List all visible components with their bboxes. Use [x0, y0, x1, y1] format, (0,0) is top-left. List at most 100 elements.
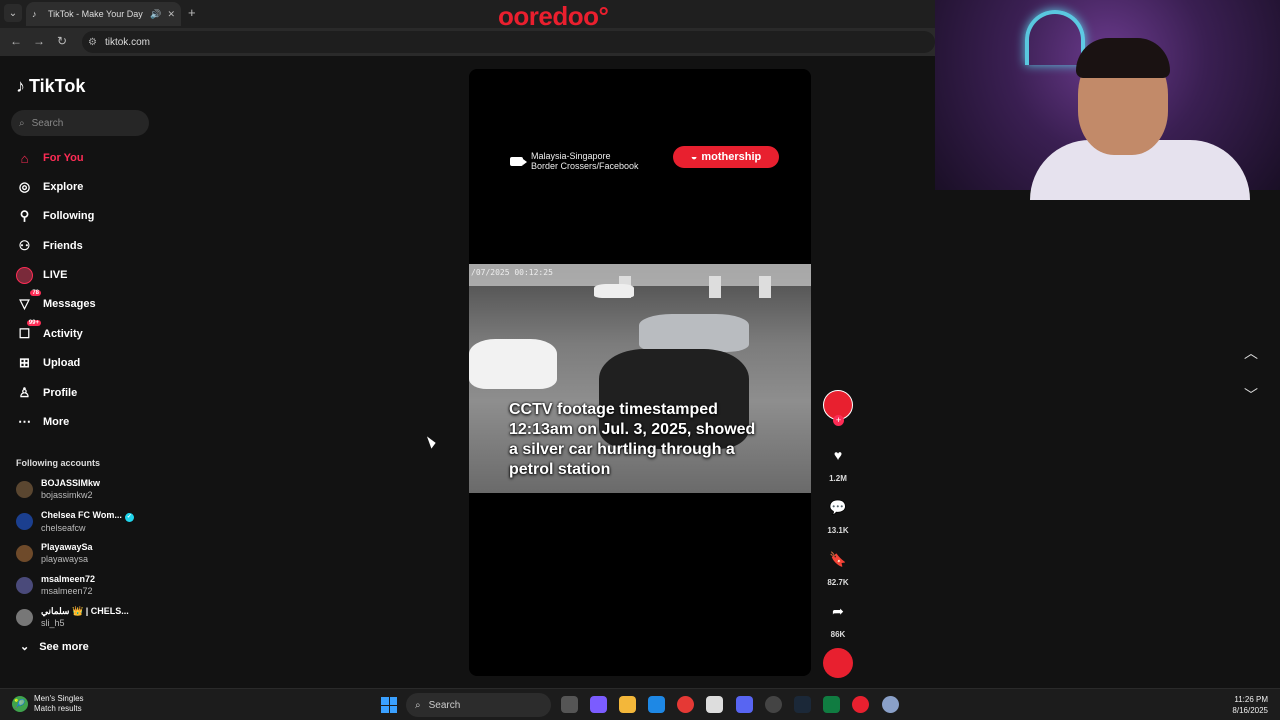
nav-friends[interactable]: ⚇ Friends: [16, 236, 83, 256]
widget-title: Men's Singles: [34, 694, 84, 703]
nav-for-you[interactable]: ⌂ For You: [16, 148, 84, 168]
tiktok-sidebar: ♪ TikTok ⌕ Search ⌂ For You ◎ Explore ⚲ …: [0, 58, 160, 688]
save-count: 82.7K: [827, 578, 849, 587]
following-account[interactable]: BOJASSIMkw bojassimkw2: [16, 476, 156, 502]
fuel-pump: [709, 276, 721, 298]
account-name: PlayawaySa: [41, 542, 93, 552]
account-name: Chelsea FC Wom...: [41, 509, 122, 520]
file-explorer-icon[interactable]: [619, 696, 636, 713]
share-button[interactable]: ➦ 86K: [822, 603, 854, 639]
tiktok-logo[interactable]: ♪ TikTok: [16, 76, 85, 97]
speaker-icon[interactable]: 🔊: [150, 9, 161, 20]
edge-icon[interactable]: [648, 696, 665, 713]
taskbar-search[interactable]: ⌕ Search: [406, 693, 551, 717]
account-name: سلماني 👑 | CHELS...: [41, 606, 129, 616]
chevron-down-icon: ⌄: [20, 641, 30, 653]
following-account[interactable]: Chelsea FC Wom... ✓ chelseafcw: [16, 508, 156, 534]
task-view-icon[interactable]: [561, 696, 578, 713]
follow-plus-icon[interactable]: +: [833, 415, 844, 426]
comment-button[interactable]: 💬 13.1K: [822, 499, 854, 535]
music-disc-icon[interactable]: [823, 648, 853, 678]
account-handle: sli_h5: [41, 618, 65, 628]
tennis-icon: 🎾: [12, 696, 28, 712]
account-handle: msalmeen72: [41, 586, 93, 596]
logo-text: TikTok: [29, 76, 86, 96]
tab-search-button[interactable]: ⌄: [4, 4, 22, 22]
see-more-button[interactable]: ⌄ See more: [20, 640, 89, 654]
search-icon: ⌕: [19, 117, 25, 129]
following-icon: ⚲: [19, 208, 30, 223]
clock-date: 8/16/2025: [1232, 706, 1268, 715]
nav-messages[interactable]: ▽ 78 Messages: [16, 289, 96, 314]
chrome-icon[interactable]: [677, 696, 694, 713]
messages-badge: 78: [30, 289, 41, 296]
video-credit: Malaysia-Singapore Border Crossers/Facebo…: [510, 151, 639, 171]
nav-following[interactable]: ⚲ Following: [16, 206, 95, 226]
account-handle: playawaysa: [41, 554, 89, 564]
settings-gear-icon[interactable]: [882, 696, 899, 713]
widget-subtitle: Match results: [34, 704, 82, 713]
chevron-down-icon[interactable]: ﹀: [1244, 385, 1258, 405]
more-icon: ⋯: [18, 414, 31, 429]
chevron-up-icon[interactable]: ︿: [1244, 343, 1258, 363]
account-name: BOJASSIMkw: [41, 478, 101, 488]
nav-label: Following: [43, 210, 95, 222]
new-tab-button[interactable]: +: [188, 5, 196, 20]
close-tab-icon[interactable]: ✕: [167, 9, 175, 20]
video-camera-icon: [510, 156, 527, 166]
car: [594, 284, 634, 298]
upload-icon: ⊞: [19, 355, 30, 370]
nav-label: LIVE: [43, 269, 68, 281]
following-account[interactable]: سلماني 👑 | CHELS... sli_h5: [16, 604, 156, 630]
store-icon[interactable]: [706, 696, 723, 713]
nav-label: Friends: [43, 240, 83, 252]
following-account[interactable]: msalmeen72 msalmeen72: [16, 572, 156, 598]
white-suv: [469, 339, 557, 389]
sports-widget[interactable]: 🎾 Men's Singles Match results: [12, 694, 84, 714]
nav-label: Explore: [43, 181, 84, 193]
following-account[interactable]: PlayawaySa playawaysa: [16, 540, 156, 566]
taskbar-clock[interactable]: 11:26 PM 8/16/2025: [1232, 694, 1268, 716]
nav-label: For You: [43, 152, 84, 164]
messages-icon: ▽ 78: [19, 289, 41, 311]
fuel-pump: [759, 276, 771, 298]
save-button[interactable]: 🔖 82.7K: [822, 551, 854, 587]
nav-upload[interactable]: ⊞ Upload: [16, 353, 80, 373]
nav-live[interactable]: LIVE: [16, 265, 67, 285]
reload-icon[interactable]: ↻: [57, 34, 67, 48]
discord-icon[interactable]: [736, 696, 753, 713]
copilot-icon[interactable]: [590, 696, 607, 713]
avatar: [16, 544, 33, 562]
app-icon[interactable]: [852, 696, 869, 713]
windows-start-icon[interactable]: [381, 697, 397, 713]
silver-car: [639, 314, 749, 352]
comment-icon: 💬: [829, 499, 847, 515]
search-input[interactable]: ⌕ Search: [11, 110, 149, 136]
forward-arrow-icon[interactable]: →: [33, 34, 45, 48]
home-icon: ⌂: [20, 150, 29, 166]
like-button[interactable]: ♥ 1.2M: [822, 447, 854, 483]
site-info-icon[interactable]: ⚙: [88, 37, 97, 48]
obs-icon[interactable]: [765, 696, 782, 713]
nav-activity[interactable]: ☐ 99+ Activity: [16, 319, 83, 344]
avatar: [16, 608, 33, 626]
video-player[interactable]: Malaysia-Singapore Border Crossers/Facebo…: [469, 69, 811, 676]
cctv-timestamp: /07/2025 00:12:25: [471, 268, 553, 277]
streamer-hair: [1076, 38, 1170, 78]
xbox-icon[interactable]: [823, 696, 840, 713]
nav-explore[interactable]: ◎ Explore: [16, 177, 84, 197]
account-name: msalmeen72: [41, 574, 96, 584]
nav-label: Upload: [43, 357, 81, 369]
see-more-label: See more: [39, 640, 89, 653]
nav-label: Activity: [43, 328, 83, 340]
nav-profile[interactable]: ♙ Profile: [16, 383, 78, 403]
browser-tab[interactable]: ♪ TikTok - Make Your Day 🔊 ✕: [26, 2, 181, 26]
video-caption: CCTV footage timestamped 12:13am on Jul.…: [509, 401, 756, 478]
nav-more[interactable]: ⋯ More: [16, 412, 69, 432]
address-bar-row: ← → ↻ ⚙ tiktok.com: [0, 28, 935, 56]
back-arrow-icon[interactable]: ←: [10, 34, 22, 48]
avatar: [16, 576, 33, 594]
tab-title: TikTok - Make Your Day: [48, 9, 143, 19]
steam-icon[interactable]: [794, 696, 811, 713]
address-bar[interactable]: ⚙ tiktok.com: [82, 31, 935, 53]
